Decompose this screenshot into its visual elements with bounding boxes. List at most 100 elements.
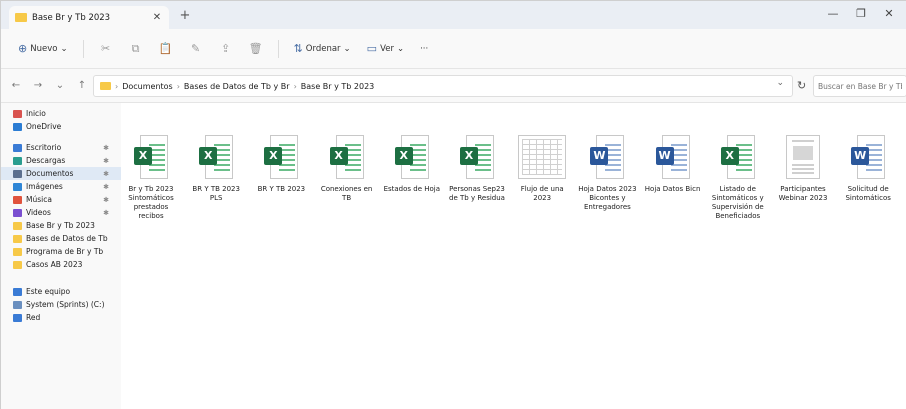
sidebar-item-system-sprints-c[interactable]: System (Sprints) (C:): [1, 298, 121, 311]
new-button[interactable]: ⊕ Nuevo ⌄: [13, 37, 73, 61]
file-item[interactable]: X Conexiones en TB: [317, 135, 377, 203]
sidebar-item-bases-de-datos-de-tb[interactable]: Bases de Datos de Tb: [1, 232, 121, 245]
file-item[interactable]: X Listado de Sintomáticos y Supervisión d…: [708, 135, 768, 221]
excel-file-icon: X: [329, 135, 364, 179]
chevron-down-icon: ⌄: [396, 43, 405, 54]
file-name: Hoja Datos Bicn: [644, 185, 701, 193]
sidebar-item-red[interactable]: Red: [1, 311, 121, 324]
sidebar-item-escritorio[interactable]: Escritorio ✱: [1, 141, 121, 154]
tab-title: Base Br y Tb 2023: [32, 12, 111, 23]
sidebar-item-inicio[interactable]: Inicio: [1, 107, 121, 120]
refresh-icon[interactable]: ↻: [797, 79, 806, 92]
new-tab-button[interactable]: +: [177, 9, 193, 25]
file-item[interactable]: X BR Y TB 2023: [251, 135, 311, 194]
paste-icon[interactable]: 📋: [154, 37, 178, 61]
excel-file-icon: X: [199, 135, 234, 179]
file-item[interactable]: Flujo de una 2023: [512, 135, 572, 203]
cut-icon[interactable]: ✂: [94, 37, 118, 61]
plus-circle-icon: ⊕: [18, 42, 28, 55]
forward-arrow-icon[interactable]: →: [29, 76, 47, 96]
file-item[interactable]: Participantes Webinar 2023: [773, 135, 833, 203]
sidebar-item-base-br-y-tb-2023[interactable]: Base Br y Tb 2023: [1, 219, 121, 232]
more-options-button[interactable]: ···: [415, 37, 433, 61]
close-tab-icon[interactable]: ✕: [151, 12, 163, 23]
file-list: X Br y Tb 2023 Sintomáticos prestados rec…: [121, 103, 906, 409]
file-item[interactable]: X BR Y TB 2023 PLS: [186, 135, 246, 203]
search-input[interactable]: [818, 81, 902, 91]
up-arrow-icon[interactable]: ↑: [73, 76, 91, 96]
file-name: Conexiones en TB: [320, 185, 373, 202]
sidebar-item-label: Videos: [26, 208, 51, 217]
sort-button[interactable]: ⇅ Ordenar ⌄: [289, 37, 356, 61]
sidebar-item-label: Imágenes: [26, 182, 63, 191]
sidebar-item-m-sica[interactable]: Música ✱: [1, 193, 121, 206]
sidebar-item-label: Música: [26, 195, 52, 204]
folder-icon: [13, 260, 22, 269]
sidebar-item-programa-de-br-y-tb[interactable]: Programa de Br y Tb: [1, 245, 121, 258]
minimize-button[interactable]: —: [819, 5, 847, 23]
maximize-button[interactable]: ❐: [847, 5, 875, 23]
sidebar-item-label: Base Br y Tb 2023: [26, 221, 95, 230]
document-thumbnail-icon: [786, 135, 820, 179]
title-bar: Base Br y Tb 2023 ✕ + — ❐ ✕: [1, 1, 906, 29]
file-name: Estados de Hoja: [383, 185, 441, 193]
share-icon[interactable]: ⇪: [214, 37, 238, 61]
file-item[interactable]: X Br y Tb 2023 Sintomáticos prestados rec…: [121, 135, 181, 221]
sidebar-item-label: Documentos: [26, 169, 74, 178]
file-item[interactable]: X Estados de Hoja: [382, 135, 442, 194]
breadcrumb-documentos[interactable]: Documentos: [122, 82, 173, 91]
file-item[interactable]: X Personas Sep23 de Tb y Residua: [447, 135, 507, 203]
copy-icon[interactable]: ⧉: [124, 37, 148, 61]
breadcrumb-separator: ›: [293, 81, 297, 91]
file-name: Flujo de una 2023: [520, 185, 564, 202]
sort-button-label: Ordenar: [305, 43, 341, 54]
cloud-icon: [13, 122, 22, 131]
file-name: Listado de Sintomáticos y Supervisión de…: [711, 185, 764, 220]
computer-icon: [13, 287, 22, 296]
sidebar-item-label: Descargas: [26, 156, 66, 165]
sidebar-item-onedrive[interactable]: OneDrive: [1, 120, 121, 133]
file-name: Personas Sep23 de Tb y Residua: [449, 185, 505, 202]
document-icon: [13, 169, 22, 178]
excel-file-icon: X: [134, 135, 168, 179]
recent-locations-icon[interactable]: ⌄: [51, 76, 69, 96]
sidebar-item-label: Programa de Br y Tb: [26, 247, 104, 256]
sidebar-item-videos[interactable]: Videos ✱: [1, 206, 121, 219]
download-icon: [13, 156, 22, 165]
word-file-icon: W: [655, 135, 690, 179]
close-window-button[interactable]: ✕: [875, 5, 903, 23]
file-item[interactable]: W Solicitud de Sintomáticos: [838, 135, 898, 203]
search-box[interactable]: [813, 75, 906, 97]
view-button[interactable]: ▭ Ver ⌄: [362, 37, 409, 61]
folder-icon: [100, 82, 111, 90]
sidebar-item-label: System (Sprints) (C:): [26, 300, 105, 309]
file-name: BR Y TB 2023: [257, 185, 306, 193]
file-item[interactable]: W Hoja Datos Bicn: [643, 135, 703, 194]
sidebar-item-label: Escritorio: [26, 143, 62, 152]
folder-icon: [13, 221, 22, 230]
excel-file-icon: X: [394, 135, 429, 179]
back-arrow-icon[interactable]: ←: [7, 76, 25, 96]
sidebar-item-descargas[interactable]: Descargas ✱: [1, 154, 121, 167]
address-bar[interactable]: › Documentos › Bases de Datos de Tb y Br…: [93, 75, 793, 97]
excel-file-icon: X: [264, 135, 299, 179]
delete-icon[interactable]: 🗑: [244, 37, 268, 61]
file-item[interactable]: W Hoja Datos 2023 Bicontes y Entregadores: [577, 135, 637, 212]
toolbar-divider: [82, 39, 84, 58]
pin-icon: ✱: [103, 156, 109, 165]
sidebar-item-label: OneDrive: [26, 122, 62, 131]
sidebar-item-im-genes[interactable]: Imágenes ✱: [1, 180, 121, 193]
rename-icon[interactable]: ✎: [184, 37, 208, 61]
drive-icon: [13, 300, 22, 309]
sidebar-item-este-equipo[interactable]: Este equipo: [1, 285, 121, 298]
sidebar-item-documentos[interactable]: Documentos ✱: [1, 167, 121, 180]
desktop-icon: [13, 143, 22, 152]
breadcrumb-bases-de-datos[interactable]: Bases de Datos de Tb y Br: [184, 82, 290, 91]
folder-icon: [15, 13, 27, 22]
command-bar: ⊕ Nuevo ⌄ ✂ ⧉ 📋 ✎ ⇪ 🗑 ⇅ Ordenar ⌄ ▭ Ver …: [1, 29, 906, 69]
tab-current-folder[interactable]: Base Br y Tb 2023 ✕: [9, 6, 169, 29]
chevron-down-icon[interactable]: ⌄: [776, 78, 784, 88]
sidebar-item-casos-ab-2023[interactable]: Casos AB 2023: [1, 258, 121, 271]
breadcrumb-base-2023[interactable]: Base Br y Tb 2023: [301, 82, 375, 91]
